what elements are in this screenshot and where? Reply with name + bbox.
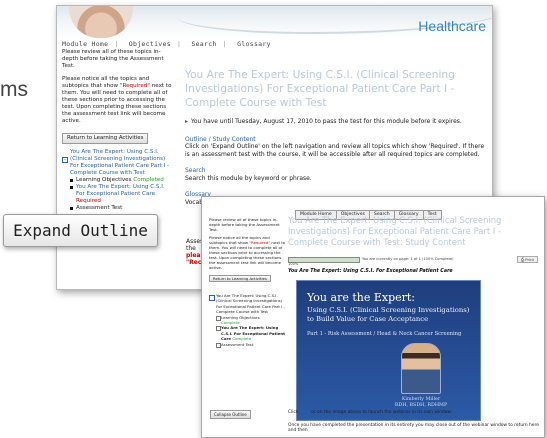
nav-separator: | xyxy=(222,40,227,48)
status-complete: Complete xyxy=(232,336,252,342)
slide-part-label: Part 1 - Risk Assessment / Head & Neck C… xyxy=(307,331,462,337)
return-to-learning-activities-button[interactable]: Return to Learning Activities xyxy=(62,133,149,144)
main-content: You Are The Expert: Using C.S.I. (Clinic… xyxy=(288,215,538,421)
outline-item-assessment-test: Assessment Test xyxy=(62,205,174,212)
outline-heading[interactable]: Outline / Study Content xyxy=(185,136,485,144)
progress-bar xyxy=(288,257,360,263)
nav-separator: | xyxy=(114,40,119,48)
module-nav: Module Home | Objectives | Search | Glossar… xyxy=(62,40,277,48)
nav-separator: | xyxy=(176,40,182,48)
expand-outline-button[interactable]: Expand Outline xyxy=(3,214,158,247)
outline-item-assessment-test[interactable]: Assessment Test xyxy=(216,342,287,349)
slide-title: You are the Expert: xyxy=(307,291,416,304)
nav-glossary[interactable]: Glossary xyxy=(237,40,271,48)
bullet-icon xyxy=(70,207,73,210)
outline-item-learning-objectives[interactable]: Learning Objectives Complete xyxy=(216,315,287,326)
collapse-toggle-icon[interactable]: − xyxy=(62,157,68,163)
search-heading[interactable]: Search xyxy=(185,167,485,175)
progress-text: You are currently on page: 1 of 1 (100% … xyxy=(362,257,454,261)
progress-area: You are currently on page: 1 of 1 (100% … xyxy=(288,256,538,266)
bullet-icon xyxy=(70,179,73,182)
banner-photo xyxy=(69,6,133,38)
return-to-learning-activities-button[interactable]: Return to Learning Activities xyxy=(209,275,271,282)
status-required: Required xyxy=(76,198,101,204)
instructions-text: Please review all of these topics in-dep… xyxy=(62,49,164,69)
main-content: You Are The Expert: Using C.S.I. (Clinic… xyxy=(185,68,485,206)
page-title: You Are The Expert: Using C.S.I. (Clinic… xyxy=(185,69,455,109)
instructions-text: Please review all of these topics in-dep… xyxy=(209,217,280,232)
status-complete: Complete xyxy=(221,320,240,326)
status-completed: Completed xyxy=(133,177,164,183)
nav-module-home[interactable]: Module Home xyxy=(62,40,108,48)
deadline-notice: You have until Tuesday, August 17, 2010 … xyxy=(185,118,485,126)
left-sidebar: Please review all of these topics in-dep… xyxy=(209,217,287,349)
required-notice: Please notice all the topics and subtopi… xyxy=(209,235,286,270)
course-link-label: You Are The Expert: Using C.S.I. (Clinic… xyxy=(70,149,170,176)
collapse-outline-button[interactable]: Collapse Outline xyxy=(210,410,251,419)
launch-instructions: Click here or on the image above to laun… xyxy=(288,410,453,415)
search-description: Search this module by keyword or phrase. xyxy=(185,174,312,182)
presenter-name: Kimberly Miller RDH, BSDH, RDHMP xyxy=(394,397,448,408)
outline-description: Click on 'Expand Outline' on the left na… xyxy=(185,143,485,158)
nav-search[interactable]: Search xyxy=(191,40,216,48)
nav-objectives[interactable]: Objectives xyxy=(129,40,171,48)
launch-webinar-link[interactable]: here xyxy=(300,410,310,415)
background-text: ms xyxy=(0,78,28,101)
course-link[interactable]: − You Are The Expert: Using C.S.I. (Clin… xyxy=(62,149,174,177)
course-link[interactable]: You Are The Expert: Using C.S.I. (Clinic… xyxy=(209,293,287,315)
webinar-thumbnail[interactable]: You are the Expert: Using C.S.I. (Clinic… xyxy=(296,280,481,421)
required-label: "Required" xyxy=(119,83,150,89)
outline-item-learning-objectives[interactable]: Learning Objectives Completed xyxy=(62,177,174,184)
left-sidebar: Please review all of these topics in-dep… xyxy=(62,49,174,212)
brand-title: Healthcare xyxy=(418,18,486,34)
progress-percent: 100% xyxy=(288,262,299,266)
print-button[interactable]: ⎙ Print xyxy=(517,256,538,263)
completion-instructions: Once you have completed the presentation… xyxy=(288,423,539,433)
page-title: You Are The Expert: Using C.S.I. (Clinic… xyxy=(288,215,502,247)
outline-item-exceptional-patient-care[interactable]: You Are The Expert: Using C.S.I. For Exc… xyxy=(62,184,174,205)
slide-subtitle: Using C.S.I. (Clinical Screening Investi… xyxy=(307,306,470,323)
section-heading: You Are The Expert: Using C.S.I. For Exc… xyxy=(288,269,453,274)
course-outline: You Are The Expert: Using C.S.I. (Clinic… xyxy=(209,293,287,349)
required-notice: Please notice all the topics and subtopi… xyxy=(62,76,172,124)
bullet-icon xyxy=(70,186,73,189)
course-outline: − You Are The Expert: Using C.S.I. (Clin… xyxy=(62,149,174,212)
outline-item-exceptional-patient-care[interactable]: You Are The Expert: Using C.S.I. For Exc… xyxy=(216,325,287,341)
front-course-window: Module Home Objectives Search Glossary Test … xyxy=(201,196,545,438)
presenter-photo xyxy=(401,343,441,394)
module-tabs: Module Home Objectives Search Glossary Test xyxy=(295,200,442,220)
header-banner: Healthcare xyxy=(57,6,492,40)
progress-fill xyxy=(289,258,359,262)
print-icon: ⎙ xyxy=(521,257,525,262)
